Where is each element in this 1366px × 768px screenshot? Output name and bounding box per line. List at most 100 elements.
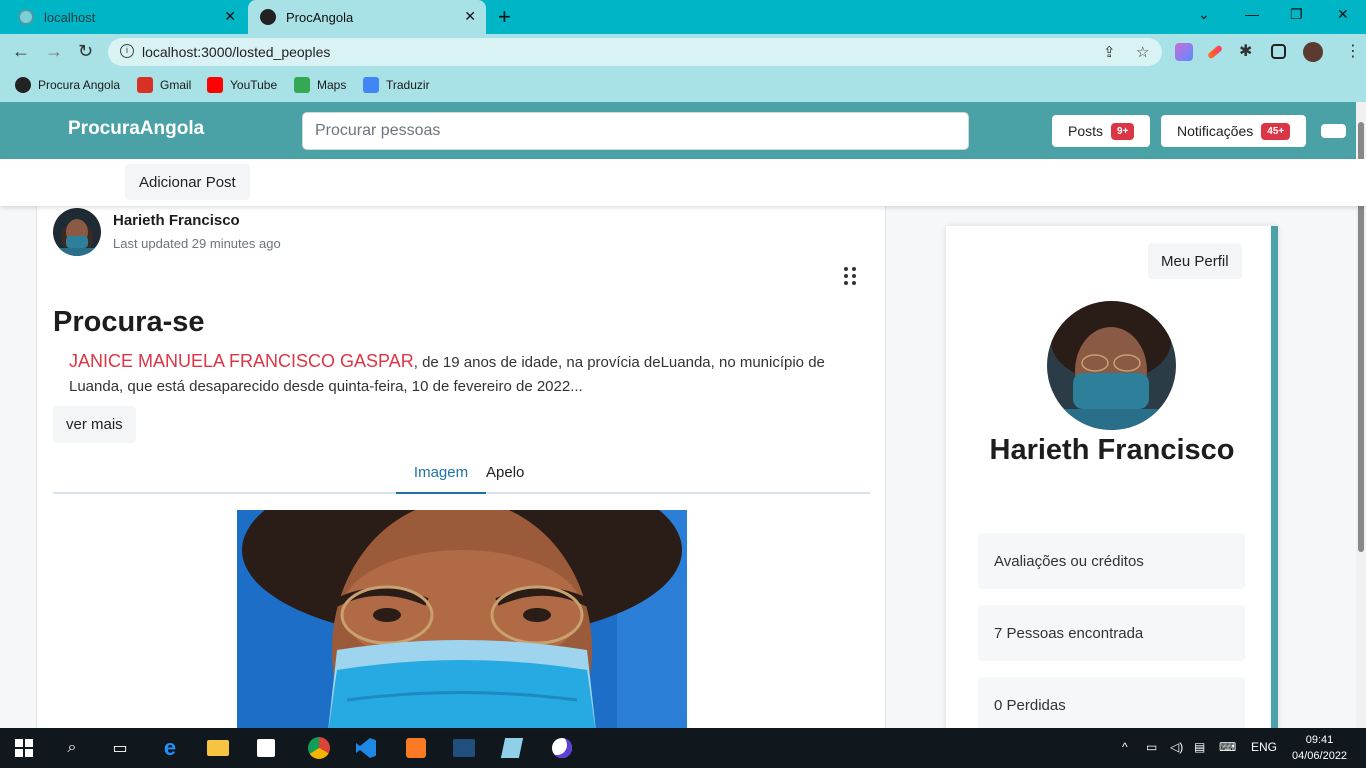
tab-search-icon[interactable]: ⌄ [1198,6,1210,23]
post-updated-time: Last updated 29 minutes ago [113,236,281,251]
bookmark-label: Traduzir [386,78,430,92]
notifications-label: Notificações [1177,123,1254,139]
search-icon[interactable]: ⌕ [60,736,84,760]
post-options-icon[interactable] [843,266,857,286]
post-tabs: Imagem Apelo [53,458,870,494]
stat-lost[interactable]: 0 Perdidas [978,677,1245,728]
restore-icon[interactable]: ❐ [1290,6,1303,23]
close-window-icon[interactable]: ✕ [1337,6,1349,23]
clock-date: 04/06/2022 [1292,750,1348,762]
notification-center-icon[interactable]: ▤ [1194,740,1205,754]
posts-button[interactable]: Posts 9+ [1052,115,1151,147]
missing-person-name[interactable]: JANICE MANUELA FRANCISCO GASPAR [69,351,414,371]
bookmarks-bar: Procura Angola Gmail YouTube Maps Traduz… [0,70,1366,102]
brand-logo[interactable]: ProcuraAngola [68,118,204,140]
windows-start-icon[interactable] [12,736,36,760]
missing-person-photo [237,510,687,728]
post-description: JANICE MANUELA FRANCISCO GASPAR, de 19 a… [69,349,869,399]
color-picker-icon[interactable] [1206,44,1224,60]
menu-dots-icon[interactable]: ⋮ [1345,41,1361,61]
profile-avatar [1047,301,1176,430]
app-circle-icon[interactable] [550,736,574,760]
user-menu-toggle[interactable] [1321,124,1346,138]
keyboard-icon[interactable]: ⌨ [1219,740,1236,754]
bookmark-procura-angola[interactable]: Procura Angola [15,77,120,93]
tab-localhost[interactable]: localhost ✕ [0,0,246,34]
windows-taskbar: ⌕ ▭ e ^ ▭ ◁) ▤ ⌨ ENG 09:41 04/06/2022 [0,728,1366,768]
browser-tab-bar: localhost ✕ ProcAngola ✕ + ⌄ — ❐ ✕ [0,0,1366,34]
mysql-workbench-icon[interactable] [452,736,476,760]
share-icon[interactable]: ⇪ [1103,43,1116,61]
bookmark-label: Maps [317,78,347,92]
omnibox[interactable]: i localhost:3000/losted_peoples ⇪ ☆ [108,38,1162,66]
site-info-icon[interactable]: i [120,44,134,58]
post-author-name[interactable]: Harieth Francisco [113,212,240,229]
forward-icon[interactable]: → [45,41,63,62]
xampp-icon[interactable] [404,736,428,760]
tab-imagem[interactable]: Imagem [396,464,486,494]
gmail-icon [137,77,153,93]
bookmark-star-icon[interactable]: ☆ [1136,43,1149,61]
bookmark-youtube[interactable]: YouTube [207,77,277,93]
close-tab-icon[interactable]: ✕ [464,8,476,25]
bookmark-gmail[interactable]: Gmail [137,77,191,93]
globe-icon [15,77,31,93]
task-view-icon[interactable]: ▭ [108,736,132,760]
post-title: Procura-se [53,306,205,338]
stat-people-found[interactable]: 7 Pessoas encontrada [978,605,1245,661]
bookmark-label: Procura Angola [38,78,121,92]
app-navbar: ProcuraAngola Posts 9+ Notificações 45+ [0,102,1366,159]
extension-icon[interactable] [1175,43,1193,61]
language-indicator[interactable]: ENG [1251,740,1277,754]
tray-chevron-icon[interactable]: ^ [1122,740,1128,754]
bookmark-traduzir[interactable]: Traduzir [363,77,430,93]
author-avatar[interactable] [53,208,101,256]
profile-avatar-icon[interactable] [1303,42,1323,62]
minimize-icon[interactable]: — [1245,6,1259,22]
back-icon[interactable]: ← [12,41,30,62]
side-panel-icon[interactable] [1271,44,1286,59]
close-tab-icon[interactable]: ✕ [224,8,236,25]
puzzle-icon[interactable]: ✱ [1239,41,1252,61]
chrome-icon[interactable] [304,736,334,760]
tab-title: ProcAngola [286,9,354,25]
posts-label: Posts [1068,123,1104,139]
add-post-button[interactable]: Adicionar Post [125,164,250,200]
bookmark-label: YouTube [230,78,278,92]
vscode-icon[interactable] [354,736,378,760]
posts-badge: 9+ [1111,122,1135,140]
clock-time: 09:41 [1305,734,1334,746]
battery-icon[interactable]: ▭ [1146,740,1157,754]
bookmark-maps[interactable]: Maps [294,77,346,93]
notifications-badge: 45+ [1261,122,1291,140]
reload-icon[interactable]: ↻ [78,41,93,62]
translate-icon [363,77,379,93]
profile-name: Harieth Francisco [989,434,1235,466]
globe-icon [18,9,34,25]
maps-icon [294,77,310,93]
post-card: Harieth Francisco Last updated 29 minute… [36,206,886,728]
url-text[interactable]: localhost:3000/losted_peoples [142,44,330,60]
my-profile-button[interactable]: Meu Perfil [1148,243,1242,279]
see-more-button[interactable]: ver mais [53,406,136,443]
address-bar-row: ← → ↻ i localhost:3000/losted_peoples ⇪ … [0,34,1366,70]
globe-icon [260,9,276,25]
tab-title: localhost [44,9,96,25]
notepad-icon[interactable] [500,736,524,760]
volume-icon[interactable]: ◁) [1170,740,1183,754]
profile-sidebar: Meu Perfil Harieth Francisco Avaliações … [946,226,1278,728]
notifications-button[interactable]: Notificações 45+ [1161,115,1307,147]
tab-procangola[interactable]: ProcAngola ✕ [248,0,486,34]
search-input[interactable] [302,112,969,150]
stat-ratings[interactable]: Avaliações ou créditos [978,533,1245,589]
bookmark-label: Gmail [160,78,192,92]
tab-apelo[interactable]: Apelo [486,464,524,481]
store-icon[interactable] [254,736,278,760]
main-content: Harieth Francisco Last updated 29 minute… [0,206,1356,728]
new-tab-icon[interactable]: + [498,4,511,30]
edge-icon[interactable]: e [158,735,182,760]
youtube-icon [207,77,223,93]
sub-navbar: Adicionar Post [0,159,1366,206]
file-explorer-icon[interactable] [206,736,230,760]
clock[interactable]: 09:41 04/06/2022 [1292,732,1347,764]
